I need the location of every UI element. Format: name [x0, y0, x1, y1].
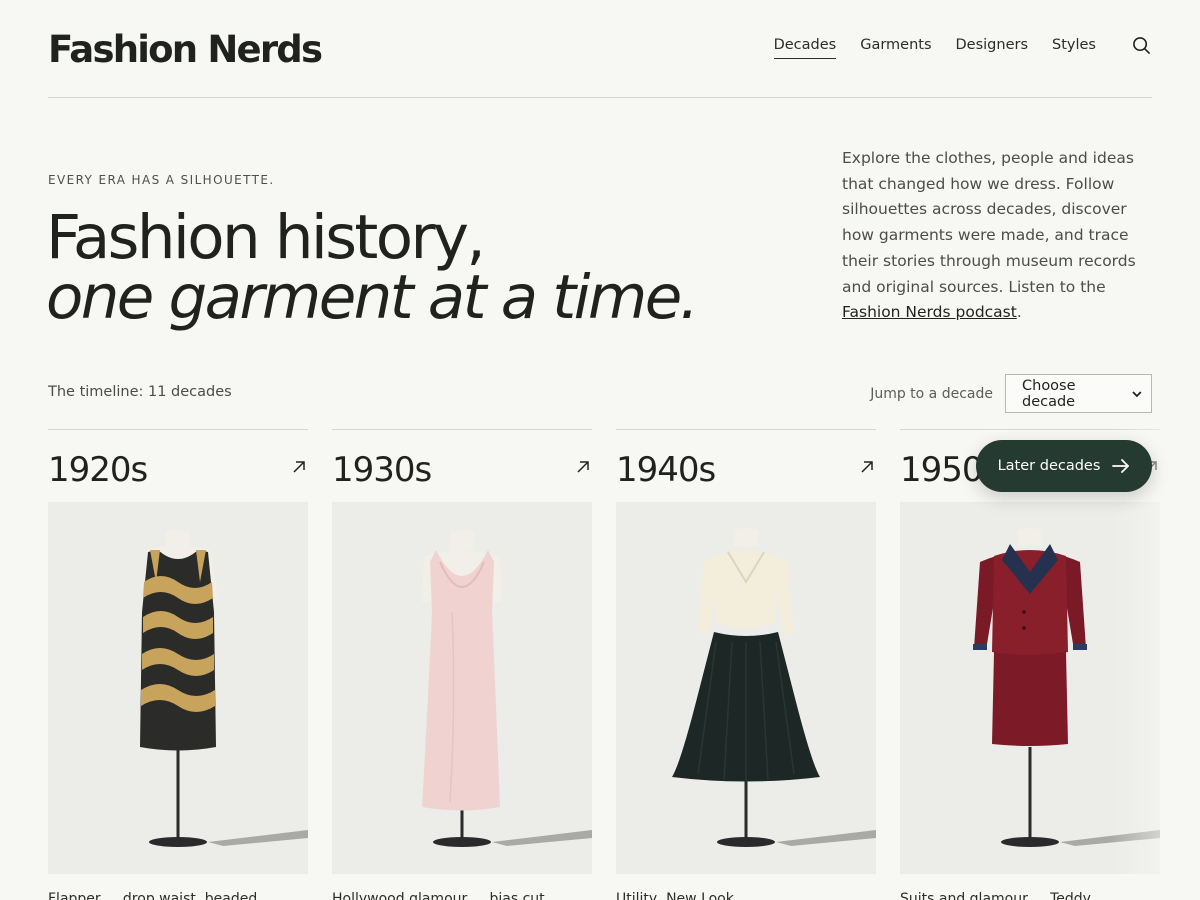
card-caption: Flapper ... drop waist, beaded ...	[48, 891, 276, 900]
hero-eyebrow: EVERY ERA HAS A SILHOUETTE.	[48, 173, 275, 187]
garment-image-new-look-suit	[616, 502, 876, 874]
decade-card-1920s[interactable]: 1920s Flapper ... drop waist, beaded ...	[48, 429, 308, 900]
later-decades-label: Later decades	[997, 458, 1101, 474]
decade-card-1950s[interactable]: 1950s Suits and glamour ... Teddy ...	[900, 429, 1160, 900]
garment-image-tailored-suit	[900, 502, 1160, 874]
timeline-count: The timeline: 11 decades	[48, 384, 232, 400]
nav-garments[interactable]: Garments	[860, 36, 931, 59]
site-logo[interactable]: Fashion Nerds	[48, 28, 323, 71]
nav-styles[interactable]: Styles	[1052, 36, 1096, 59]
site-header: Fashion Nerds Decades Garments Designers…	[48, 0, 1152, 98]
nav-decades[interactable]: Decades	[773, 36, 837, 59]
arrow-up-right-icon	[577, 461, 589, 473]
decade-card-1940s[interactable]: 1940s Utility, New Look ...	[616, 429, 876, 900]
card-header: 1920s	[48, 429, 308, 502]
chevron-down-icon	[1132, 390, 1142, 397]
decade-cards: 1920s Flapper ... drop waist, beaded ...…	[48, 429, 1200, 900]
search-icon	[1132, 37, 1150, 54]
decade-card-1930s[interactable]: 1930s Hollywood glamour ... bias cut	[332, 429, 592, 900]
hero-title-line2: one garment at a time.	[46, 262, 699, 333]
later-decades-button[interactable]: Later decades	[976, 440, 1152, 492]
hero-description-end: .	[1016, 303, 1022, 322]
card-caption: Hollywood glamour ... bias cut	[332, 891, 545, 900]
jump-to-decade: Jump to a decade Choose decade	[870, 374, 1152, 413]
arrow-up-right-icon	[861, 461, 873, 473]
main-nav: Decades Garments Designers Styles	[750, 36, 1152, 59]
arrow-right-icon	[1112, 459, 1130, 473]
podcast-link[interactable]: Fashion Nerds podcast	[842, 303, 1017, 321]
jump-label: Jump to a decade	[870, 385, 993, 402]
decade-select[interactable]: Choose decade	[1005, 374, 1152, 413]
search-button[interactable]	[1130, 35, 1152, 57]
hero-description-text: Explore the clothes, people and ideas th…	[842, 149, 1136, 296]
arrow-up-right-icon	[293, 461, 305, 473]
card-header: 1930s	[332, 429, 592, 502]
nav-designers[interactable]: Designers	[956, 36, 1029, 59]
hero-title: Fashion history, one garment at a time.	[46, 207, 699, 333]
card-caption: Suits and glamour ... Teddy ...	[900, 891, 1109, 900]
garment-image-bias-gown	[332, 502, 592, 874]
card-decade-title: 1930s	[332, 450, 432, 490]
card-caption: Utility, New Look ...	[616, 891, 752, 900]
garment-image-flapper-dress	[48, 502, 308, 874]
hero-description: Explore the clothes, people and ideas th…	[842, 146, 1154, 326]
card-header: 1940s	[616, 429, 876, 502]
decade-select-value: Choose decade	[1022, 377, 1076, 410]
card-decade-title: 1940s	[616, 450, 716, 490]
card-decade-title: 1920s	[48, 450, 148, 490]
